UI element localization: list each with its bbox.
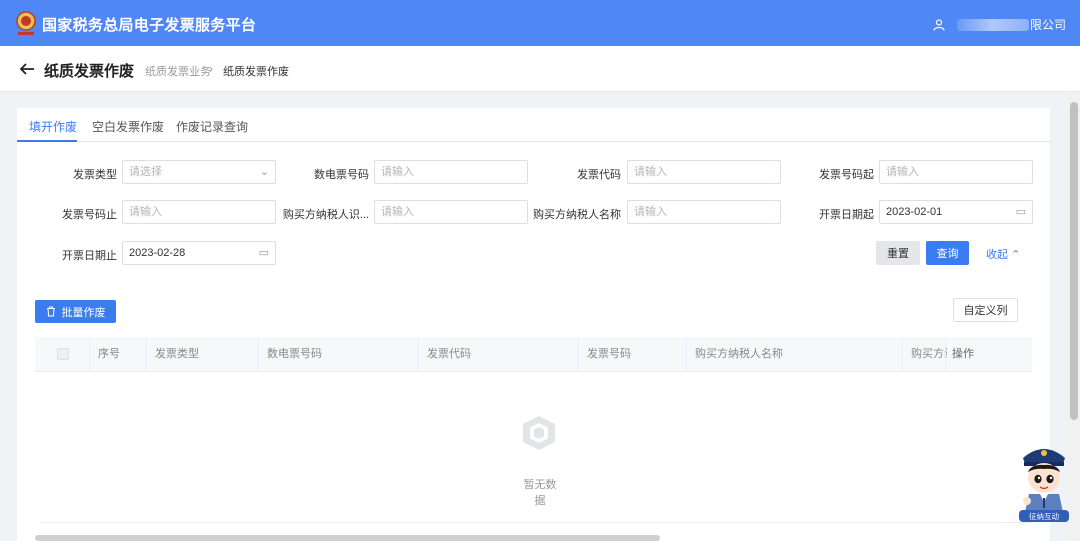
date-to-label: 开票日期止 — [62, 250, 117, 262]
digital-invoice-no-input[interactable]: 请输入 — [374, 160, 528, 184]
app-title: 国家税务总局电子发票服务平台 — [42, 17, 257, 34]
collapse-label: 收起 — [986, 249, 1008, 261]
col-invoice-type: 发票类型 — [147, 337, 259, 372]
empty-state-text: 暂无数据 — [523, 479, 557, 507]
invoice-no-from-placeholder: 请输入 — [886, 166, 919, 178]
buyer-tax-id-input[interactable]: 请输入 — [374, 200, 528, 224]
col-actions: 操作 — [945, 337, 1032, 372]
invoice-no-to-input[interactable]: 请输入 — [122, 200, 276, 224]
invoice-no-to-placeholder: 请输入 — [129, 206, 162, 218]
breadcrumb-parent[interactable]: 纸质发票业务 — [145, 63, 211, 79]
mascot-caption: 征纳互动 — [1029, 511, 1059, 521]
query-button[interactable]: 查询 — [926, 241, 969, 265]
invoice-type-placeholder: 请选择 — [129, 166, 162, 178]
buyer-name-placeholder: 请输入 — [634, 206, 667, 218]
tab-bar: 填开作废 空白发票作废 作废记录查询 — [17, 108, 1050, 142]
invoice-type-select[interactable]: 请选择 ⌄ — [122, 160, 276, 184]
chevron-up-icon: ⌃ — [1011, 249, 1021, 261]
buyer-tax-id-label: 购买方纳税人识... — [282, 209, 369, 221]
batch-void-label: 批量作废 — [61, 306, 106, 319]
calendar-icon: ▭ — [258, 247, 269, 259]
invoice-no-from-label: 发票号码起 — [819, 169, 874, 181]
invoice-code-input[interactable]: 请输入 — [627, 160, 781, 184]
col-invoice-no: 发票号码 — [579, 337, 687, 372]
collapse-toggle[interactable]: 收起 ⌃ — [986, 246, 1020, 262]
col-buyer-name: 购买方纳税人名称 — [687, 337, 903, 372]
invoice-no-to-label: 发票号码止 — [62, 209, 117, 221]
invoice-no-from-input[interactable]: 请输入 — [879, 160, 1033, 184]
breadcrumb-current: 纸质发票作废 — [223, 66, 289, 78]
vertical-scrollbar-thumb[interactable] — [1070, 102, 1078, 420]
digital-invoice-no-placeholder: 请输入 — [381, 166, 414, 178]
tab-void-records[interactable]: 作废记录查询 — [176, 118, 248, 135]
invoice-code-placeholder: 请输入 — [634, 166, 667, 178]
date-to-value: 2023-02-28 — [129, 247, 186, 259]
digital-invoice-no-label: 数电票号码 — [314, 169, 369, 181]
tab-filled-void[interactable]: 填开作废 — [29, 118, 77, 135]
user-menu[interactable]: 限公司 — [933, 16, 1066, 33]
buyer-tax-id-placeholder: 请输入 — [381, 206, 414, 218]
trash-icon — [46, 306, 55, 317]
date-from-picker[interactable]: 2023-02-01 ▭ — [879, 200, 1033, 224]
assistant-mascot-icon[interactable]: 征纳互动 — [1015, 438, 1073, 524]
table-bottom-divider — [41, 522, 1032, 523]
breadcrumb-separator: › — [209, 62, 213, 76]
tab-blank-void[interactable]: 空白发票作废 — [92, 118, 164, 135]
horizontal-scrollbar-thumb[interactable] — [35, 535, 660, 541]
main-card: 填开作废 空白发票作废 作废记录查询 发票类型 请选择 ⌄ 数电票号码 请输入 … — [17, 108, 1050, 541]
date-from-label: 开票日期起 — [819, 209, 874, 221]
buyer-name-input[interactable]: 请输入 — [627, 200, 781, 224]
page-title: 纸质发票作废 — [44, 63, 135, 80]
col-digital-invoice-no: 数电票号码 — [259, 337, 419, 372]
active-tab-indicator — [17, 140, 77, 142]
table-header: 序号 发票类型 数电票号码 发票代码 发票号码 购买方纳税人名称 购买方纳 操作 — [35, 337, 1032, 372]
batch-void-button[interactable]: 批量作废 — [35, 300, 116, 323]
user-name-redacted — [956, 18, 1029, 31]
page-header: 纸质发票作废 纸质发票业务 › 纸质发票作废 — [0, 46, 1080, 92]
chevron-down-icon: ⌄ — [259, 166, 269, 178]
user-icon — [933, 18, 945, 31]
calendar-icon: ▭ — [1015, 206, 1026, 218]
select-all-checkbox[interactable] — [57, 348, 69, 360]
empty-box-icon — [523, 416, 555, 450]
date-to-picker[interactable]: 2023-02-28 ▭ — [122, 241, 276, 265]
user-company-suffix: 限公司 — [1029, 18, 1066, 32]
invoice-type-label: 发票类型 — [73, 169, 117, 181]
col-buyer-tax-id-truncated: 购买方纳 — [911, 348, 947, 360]
reset-button[interactable]: 重置 — [876, 241, 920, 265]
custom-columns-button[interactable]: 自定义列 — [953, 298, 1018, 322]
back-arrow-icon[interactable] — [18, 60, 36, 78]
tax-emblem-icon — [16, 11, 36, 35]
col-index: 序号 — [90, 337, 147, 372]
invoice-code-label: 发票代码 — [577, 169, 621, 181]
buyer-name-label: 购买方纳税人名称 — [533, 209, 621, 221]
top-bar: 国家税务总局电子发票服务平台 限公司 — [0, 0, 1080, 46]
col-invoice-code: 发票代码 — [419, 337, 579, 372]
select-all-cell — [35, 337, 90, 372]
date-from-value: 2023-02-01 — [886, 206, 943, 218]
